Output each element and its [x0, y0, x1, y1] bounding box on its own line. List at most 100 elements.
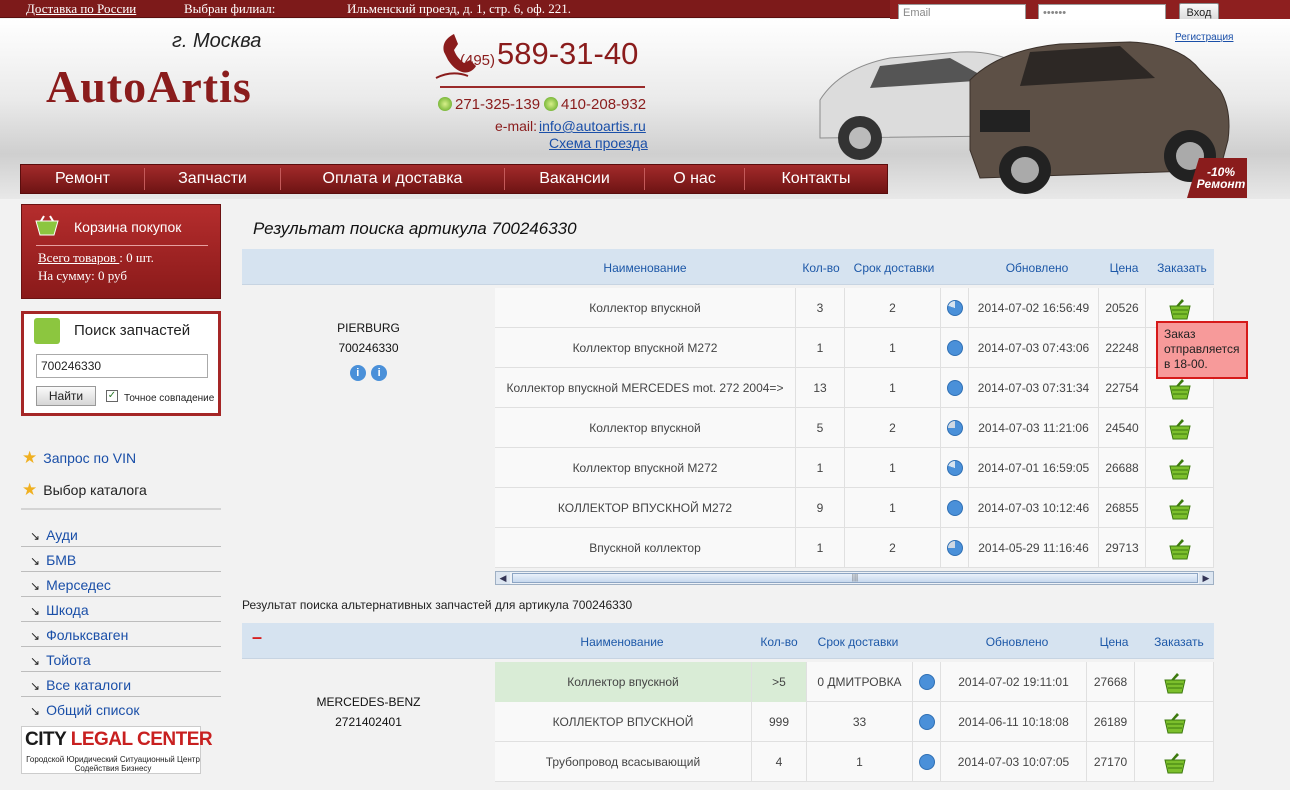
sidebar-divider [21, 508, 221, 510]
catalog-item-bmw[interactable]: ↘ БМВ [30, 552, 76, 568]
banner-logo-part2: LEGAL CENTER [70, 729, 213, 750]
add-to-cart-icon[interactable] [1168, 496, 1192, 520]
order-cell[interactable] [1146, 488, 1214, 528]
cell-qty: 9 [796, 488, 845, 528]
table-row: Коллектор впускной 5 2 2014-07-03 11:21:06 2… [495, 408, 1214, 448]
order-cell[interactable] [1146, 408, 1214, 448]
icq-number-1: 271-325-139 [455, 96, 541, 113]
route-scheme-link[interactable]: Схема проезда [549, 135, 648, 151]
email-link[interactable]: info@autoartis.ru [539, 118, 646, 134]
table-row: Впускной коллектор 1 2 2014-05-29 11:16:46 2… [495, 528, 1214, 568]
search-button[interactable]: Найти [36, 386, 96, 406]
cell-updated: 2014-05-29 11:16:46 [969, 528, 1099, 568]
catalog-item-toyota[interactable]: ↘ Тойота [30, 652, 91, 668]
city-legal-center-banner[interactable]: CITY LEGAL CENTER Городской Юридический … [21, 726, 213, 774]
scroll-left-icon[interactable]: ◀ [496, 572, 510, 584]
catalog-item-label[interactable]: Ауди [46, 527, 78, 543]
cart-items-link[interactable]: Всего товаров [38, 250, 119, 265]
catalog-select: ★ Выбор каталога [22, 480, 147, 500]
stock-pie-icon [947, 420, 963, 436]
main-phone: 589-31-40 [497, 36, 639, 71]
city-label: г. Москва [172, 30, 262, 52]
cell-price: 22248 [1099, 328, 1146, 368]
catalog-item-label[interactable]: Шкода [46, 602, 89, 618]
cell-updated: 2014-07-03 10:12:46 [969, 488, 1099, 528]
add-to-cart-icon[interactable] [1168, 456, 1192, 480]
add-to-cart-icon[interactable] [1168, 376, 1192, 400]
cell-name: Трубопровод всасывающий [495, 742, 752, 782]
info-icon[interactable]: i [349, 365, 366, 381]
order-cell[interactable] [1146, 448, 1214, 488]
stock-indicator-cell [941, 368, 969, 408]
catalog-select-label: Выбор каталога [43, 482, 147, 498]
nav-about[interactable]: О нас [645, 168, 745, 190]
horizontal-scrollbar[interactable]: ◀ ||| ▶ [495, 571, 1214, 585]
table-row: Коллектор впускной MERCEDES mot. 272 200… [495, 368, 1214, 408]
nav-contacts[interactable]: Контакты [745, 168, 887, 190]
catalog-item-label[interactable]: Мерседес [46, 577, 111, 593]
add-to-cart-icon[interactable] [1168, 296, 1192, 320]
catalog-item-mercedes[interactable]: ↘ Мерседес [30, 577, 111, 593]
order-cell[interactable] [1135, 742, 1214, 782]
info-icon[interactable]: i [371, 365, 388, 381]
nav-repair[interactable]: Ремонт [21, 168, 145, 190]
search-input[interactable]: 700246330 [36, 354, 208, 378]
article-number: 700246330 [338, 341, 399, 355]
col-order: Заказать [1157, 261, 1207, 275]
catalog-item-volkswagen[interactable]: ↘ Фольксваген [30, 627, 128, 643]
order-cell[interactable] [1146, 528, 1214, 568]
catalog-item-label[interactable]: Тойота [46, 652, 91, 668]
catalog-divider [21, 696, 221, 697]
nav-parts[interactable]: Запчасти [145, 168, 281, 190]
catalog-item-audi[interactable]: ↘ Ауди [30, 527, 78, 543]
banner-logo-part1: CITY [25, 729, 71, 750]
cell-name: Коллектор впускной M272 [495, 328, 796, 368]
add-to-cart-icon[interactable] [1168, 416, 1192, 440]
catalog-item-label[interactable]: Фольксваген [46, 627, 128, 643]
add-to-cart-icon[interactable] [1163, 750, 1187, 774]
cell-price: 26189 [1087, 702, 1135, 742]
cart-items-count: : 0 шт. [119, 250, 154, 265]
header-divider [440, 86, 645, 88]
nav-payment[interactable]: Оплата и доставка [281, 168, 505, 190]
catalog-item-all[interactable]: ↘ Все каталоги [30, 677, 131, 693]
catalog-item-general[interactable]: ↘ Общий список [30, 702, 140, 718]
banner-logo: CITY LEGAL CENTER [25, 729, 213, 751]
star-icon: ★ [22, 480, 38, 499]
stock-indicator-cell [941, 448, 969, 488]
add-to-cart-icon[interactable] [1163, 710, 1187, 734]
scrollbar-thumb[interactable]: ||| [512, 573, 1198, 583]
stock-pie-icon [919, 674, 935, 690]
catalog-item-label[interactable]: Все каталоги [46, 677, 131, 693]
banner-subtitle: Городской Юридический Ситуационный Центр… [26, 755, 200, 773]
exact-match-checkbox[interactable]: ✓ [106, 390, 118, 402]
delivery-link[interactable]: Доставка по России [26, 1, 136, 17]
icq-phone-2: 410-208-932 [544, 96, 646, 113]
add-to-cart-icon[interactable] [1163, 670, 1187, 694]
catalog-divider [21, 671, 221, 672]
brand-name: PIERBURG [337, 321, 400, 335]
collapse-toggle[interactable]: – [252, 627, 262, 648]
catalog-item-label[interactable]: БМВ [46, 552, 76, 568]
nav-vacancies[interactable]: Вакансии [505, 168, 645, 190]
scroll-right-icon[interactable]: ▶ [1199, 572, 1213, 584]
icq-icon [438, 97, 452, 111]
order-cell[interactable] [1135, 662, 1214, 702]
order-cell[interactable] [1135, 702, 1214, 742]
cell-name: Коллектор впускной M272 [495, 448, 796, 488]
catalog-item-label[interactable]: Общий список [46, 702, 139, 718]
cell-qty: 4 [752, 742, 807, 782]
stock-pie-icon [947, 500, 963, 516]
alt-col-price: Цена [1099, 635, 1129, 649]
alt-brand-cell: MERCEDES-BENZ 2721402401 [242, 660, 495, 774]
stock-indicator-cell [941, 528, 969, 568]
cell-name: КОЛЛЕКТОР ВПУСКНОЙ [495, 702, 752, 742]
logo[interactable]: AutoArtis [46, 60, 252, 113]
cart-items: Всего товаров : 0 шт. [38, 250, 154, 266]
cart-sum: На сумму: 0 руб [38, 268, 128, 283]
catalog-item-skoda[interactable]: ↘ Шкода [30, 602, 89, 618]
add-to-cart-icon[interactable] [1168, 536, 1192, 560]
cell-price: 26688 [1099, 448, 1146, 488]
vin-request-link[interactable]: ★ Запрос по VIN [22, 448, 136, 468]
vin-request-label[interactable]: Запрос по VIN [43, 450, 136, 466]
